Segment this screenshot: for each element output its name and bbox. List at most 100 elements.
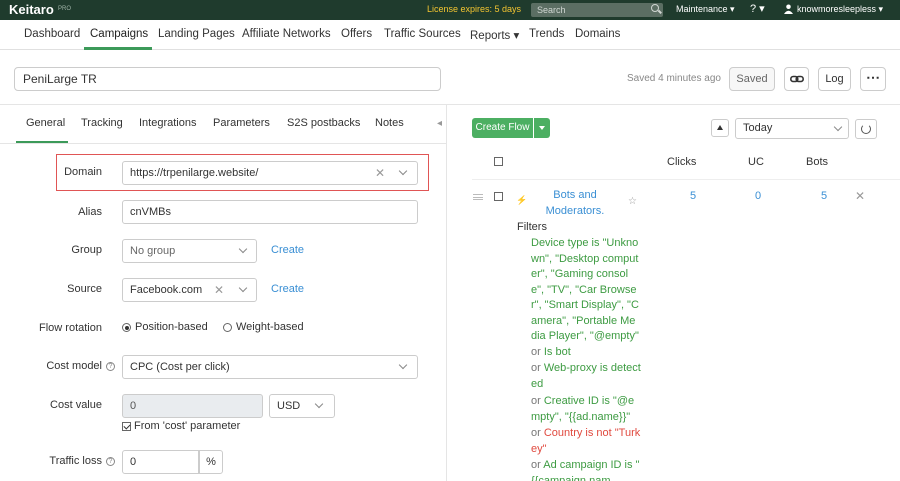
- copy-link-button[interactable]: [784, 67, 809, 91]
- source-label: Source: [67, 283, 102, 295]
- tab-general[interactable]: General: [26, 117, 65, 129]
- help-icon[interactable]: ?: [106, 457, 115, 466]
- nav-trends[interactable]: Trends: [529, 28, 564, 40]
- domain-select[interactable]: https://trpenilarge.website/: [122, 161, 418, 185]
- cost-from-param-label[interactable]: From 'cost' parameter: [134, 420, 240, 432]
- rotation-weight-radio[interactable]: [223, 323, 232, 332]
- filter-web-proxy: or Web-proxy is detected: [531, 361, 641, 392]
- sort-up-button[interactable]: [711, 119, 729, 137]
- percent-addon: %: [199, 450, 223, 474]
- logo-edition: PRO: [58, 6, 72, 12]
- filter-text: Ad campaign ID is "{{campaign.nam: [531, 459, 640, 481]
- more-button[interactable]: ⋯: [860, 67, 886, 91]
- log-button[interactable]: Log: [818, 67, 851, 91]
- clear-source-icon[interactable]: ✕: [214, 283, 224, 297]
- table-header-divider: [472, 179, 900, 180]
- currency-select[interactable]: USD: [269, 394, 335, 418]
- filter-or: or: [531, 395, 541, 407]
- filter-ad-campaign-id: or Ad campaign ID is "{{campaign.nam: [531, 458, 641, 481]
- search-icon[interactable]: [651, 4, 659, 12]
- column-clicks[interactable]: Clicks: [667, 156, 696, 168]
- campaign-name-input[interactable]: PeniLarge TR: [14, 67, 441, 91]
- select-all-checkbox[interactable]: [494, 157, 503, 166]
- tabs-scroll-left-icon[interactable]: ◂: [437, 118, 442, 129]
- nav-affiliate-networks[interactable]: Affiliate Networks: [242, 28, 331, 40]
- license-notice[interactable]: License expires: 5 days: [427, 4, 521, 14]
- source-select[interactable]: Facebook.com: [122, 278, 257, 302]
- help-icon[interactable]: ?: [106, 362, 115, 371]
- user-menu[interactable]: knowmoresleepless ▾: [797, 4, 883, 15]
- filter-is-bot: or Is bot: [531, 345, 641, 361]
- cost-model-select[interactable]: CPC (Cost per click): [122, 355, 418, 379]
- delete-flow-icon[interactable]: ✕: [855, 189, 865, 203]
- filter-text: Is bot: [543, 346, 571, 358]
- flow-name-link[interactable]: Bots and Moderators.: [533, 187, 617, 219]
- flow-rotation-label: Flow rotation: [39, 322, 102, 334]
- caret-down-icon: [539, 126, 545, 130]
- nav-active-indicator: [84, 47, 152, 50]
- rotation-weight-label[interactable]: Weight-based: [236, 321, 304, 333]
- app-logo[interactable]: Keitaro: [9, 2, 54, 17]
- domain-label: Domain: [64, 166, 102, 178]
- flow-clicks[interactable]: 5: [690, 190, 696, 202]
- filter-text: Device type is "Unknown", "Desktop compu…: [531, 237, 639, 342]
- drag-handle-icon[interactable]: [473, 194, 483, 200]
- column-uc[interactable]: UC: [748, 156, 764, 168]
- flow-bots[interactable]: 5: [821, 190, 827, 202]
- filters-title: Filters: [517, 221, 547, 233]
- cost-from-param-checkbox[interactable]: [122, 422, 131, 431]
- tab-tracking[interactable]: Tracking: [81, 117, 123, 129]
- flow-row-checkbox[interactable]: [494, 192, 503, 201]
- tab-integrations[interactable]: Integrations: [139, 117, 196, 129]
- traffic-loss-label: Traffic loss: [49, 455, 102, 467]
- alias-input[interactable]: cnVMBs: [122, 200, 418, 224]
- rotation-position-label[interactable]: Position-based: [135, 321, 208, 333]
- nav-campaigns[interactable]: Campaigns: [90, 28, 148, 40]
- tab-notes[interactable]: Notes: [375, 117, 404, 129]
- filter-or: or: [531, 362, 541, 374]
- tabs-divider: [0, 143, 446, 144]
- star-icon[interactable]: ☆: [628, 196, 637, 207]
- nav-traffic-sources[interactable]: Traffic Sources: [384, 28, 461, 40]
- clear-domain-icon[interactable]: ✕: [375, 166, 385, 180]
- cost-value-label: Cost value: [50, 399, 102, 411]
- tab-s2s-postbacks[interactable]: S2S postbacks: [287, 117, 360, 129]
- tab-parameters[interactable]: Parameters: [213, 117, 270, 129]
- nav-offers[interactable]: Offers: [341, 28, 372, 40]
- saved-status: Saved 4 minutes ago: [627, 73, 721, 84]
- column-bots[interactable]: Bots: [806, 156, 828, 168]
- traffic-loss-input[interactable]: 0: [122, 450, 199, 474]
- group-label: Group: [71, 244, 102, 256]
- refresh-button[interactable]: [855, 119, 877, 139]
- filter-creative-id: or Creative ID is "@empty", "{{ad.name}}…: [531, 394, 641, 425]
- help-menu[interactable]: ? ▾: [750, 2, 765, 15]
- saved-button[interactable]: Saved: [729, 67, 775, 91]
- filter-text: Web-proxy is detected: [531, 362, 641, 390]
- user-icon: [784, 4, 793, 14]
- date-range-select[interactable]: Today: [735, 118, 849, 139]
- create-group-link[interactable]: Create: [271, 244, 304, 256]
- rotation-position-radio[interactable]: [122, 323, 131, 332]
- triangle-up-icon: [717, 125, 723, 130]
- flow-uc[interactable]: 0: [755, 190, 761, 202]
- cost-value-input[interactable]: 0: [122, 394, 263, 418]
- panel-divider: [446, 104, 447, 481]
- group-select[interactable]: No group: [122, 239, 257, 263]
- filter-or: or: [531, 427, 541, 439]
- nav-dashboard[interactable]: Dashboard: [24, 28, 80, 40]
- filter-country: or Country is not "Turkey": [531, 426, 641, 457]
- search-input[interactable]: [531, 3, 663, 17]
- link-icon: [790, 75, 804, 83]
- create-source-link[interactable]: Create: [271, 283, 304, 295]
- create-flow-dropdown[interactable]: [534, 118, 550, 138]
- nav-domains[interactable]: Domains: [575, 28, 620, 40]
- maintenance-menu[interactable]: Maintenance ▾: [676, 4, 735, 15]
- filter-or: or: [531, 459, 541, 471]
- create-flow-button[interactable]: Create Flow: [472, 118, 533, 138]
- refresh-icon: [861, 124, 871, 134]
- nav-landing-pages[interactable]: Landing Pages: [158, 28, 235, 40]
- nav-reports[interactable]: Reports ▾: [470, 28, 519, 42]
- filter-device-type: Device type is "Unknown", "Desktop compu…: [531, 236, 641, 345]
- cost-model-label: Cost model: [46, 360, 102, 372]
- filter-or: or: [531, 346, 541, 358]
